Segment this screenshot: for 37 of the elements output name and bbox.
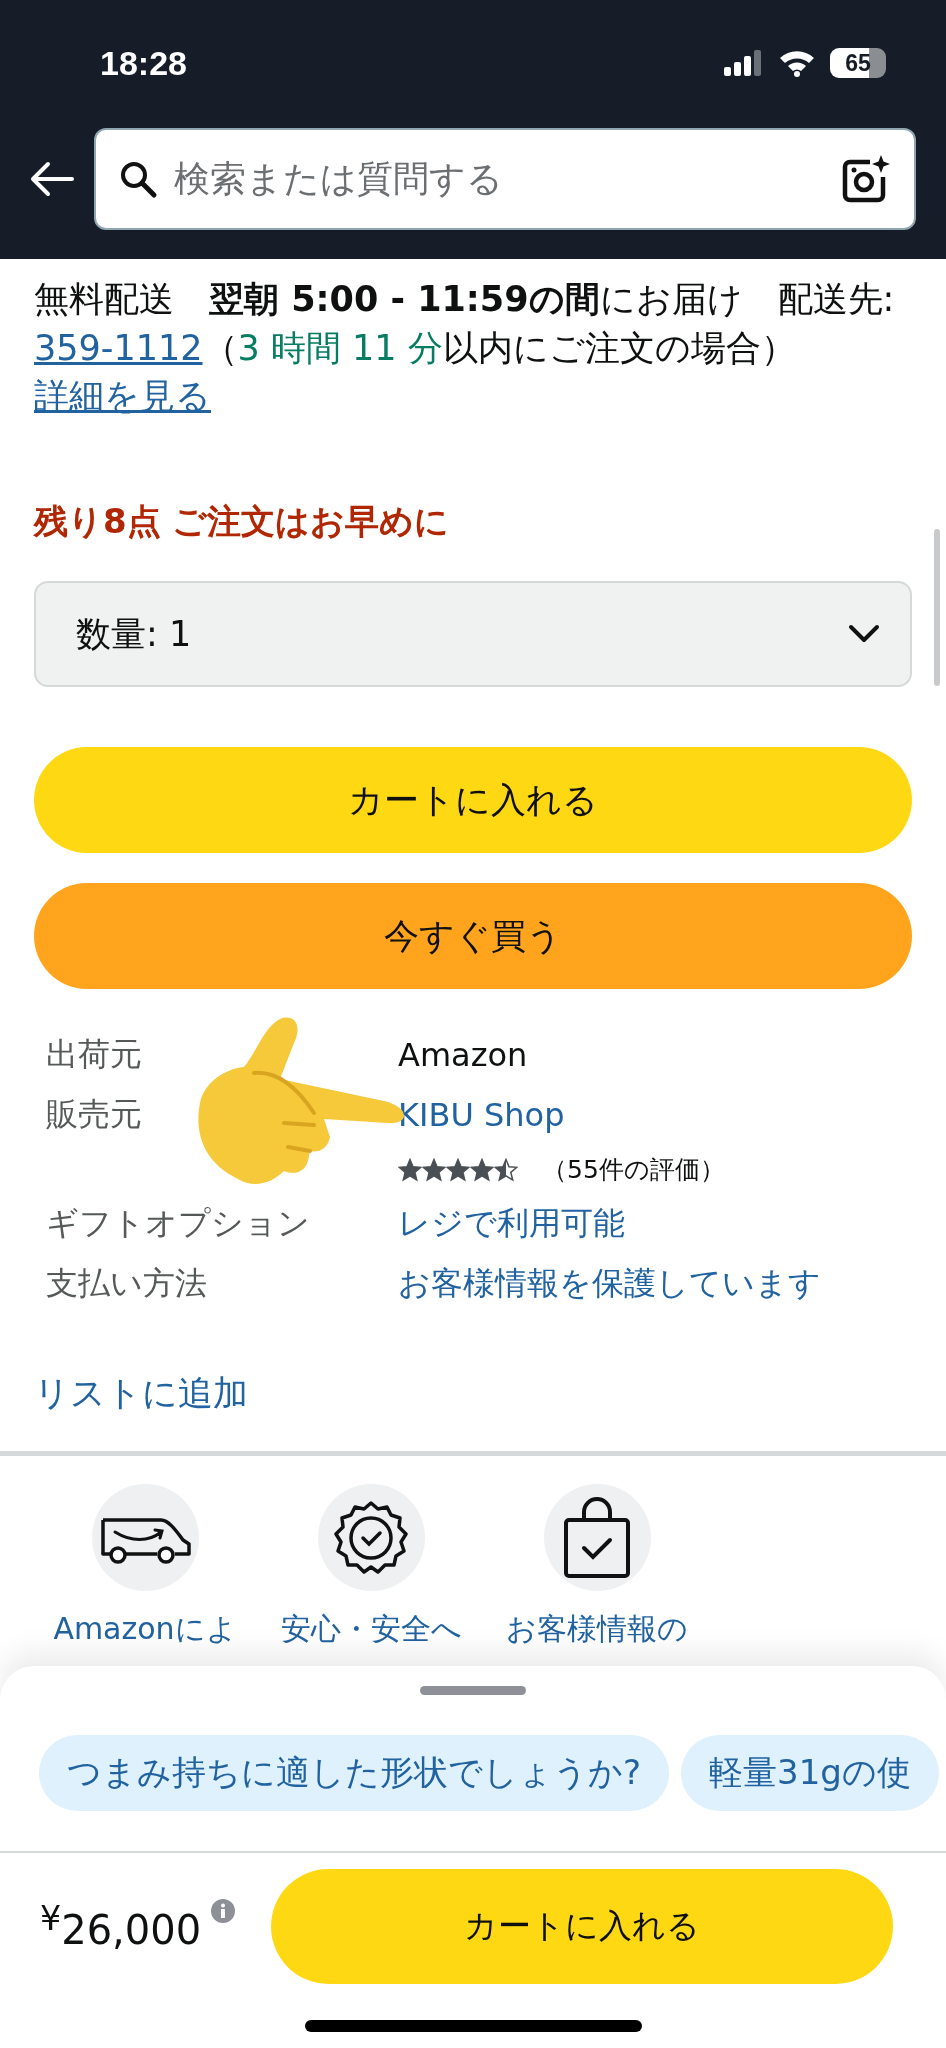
stock-warning: 残り8点 ご注文はお早めに <box>34 500 451 543</box>
feature-link[interactable]: Amazonによ <box>53 1609 237 1650</box>
chevron-down-icon <box>848 624 880 644</box>
search-icon <box>118 159 158 199</box>
battery-icon: 65 <box>830 48 886 78</box>
sheet-handle[interactable] <box>420 1686 526 1695</box>
detail-label: 出荷元 <box>46 1034 143 1075</box>
add-to-cart-button[interactable]: カートに入れる <box>271 1869 894 1984</box>
detail-value: Amazon <box>398 1036 529 1074</box>
detail-link[interactable]: レジで利用可能 <box>398 1202 912 1246</box>
back-arrow-icon[interactable] <box>30 161 74 197</box>
detail-label: 販売元 <box>46 1094 143 1135</box>
price: $^{¥}$26,000 <box>40 1899 202 1954</box>
signal-icon <box>724 50 764 76</box>
details-link[interactable]: 詳細を見る <box>34 373 211 419</box>
postal-code-link[interactable]: 359-1112 <box>34 328 203 368</box>
buy-now-button[interactable]: 今すぐ買う <box>34 883 912 989</box>
add-to-cart-button[interactable]: カートに入れる <box>34 747 912 853</box>
info-icon[interactable] <box>211 1899 236 1923</box>
detail-link[interactable]: KIBU Shop <box>398 1096 912 1134</box>
camera-icon[interactable] <box>840 153 892 205</box>
search-bar[interactable]: 検索または質問する <box>94 128 916 230</box>
detail-label: 支払い方法 <box>46 1263 208 1304</box>
wifi-icon <box>778 49 816 77</box>
search-field[interactable]: 検索または質問する <box>172 157 826 201</box>
status-time: 18:28 <box>100 43 187 83</box>
detail-link[interactable]: お客様情報を保護しています <box>398 1262 912 1306</box>
feature-link[interactable]: お客様情報の <box>506 1609 688 1650</box>
feature-link[interactable]: 安心・安全へ <box>280 1609 462 1650</box>
suggestion-chip[interactable]: 軽量31gの使 <box>681 1735 939 1811</box>
detail-label: ギフトオプション <box>46 1203 311 1244</box>
suggestion-chip[interactable]: つまみ持ちに適した形状でしょうか? <box>39 1735 670 1811</box>
add-to-list-link[interactable]: リストに追加 <box>34 1370 248 1417</box>
scrollbar[interactable] <box>934 529 940 686</box>
delivery-info: 無料配送 翌朝 5:00 - 11:59の間にお届け 配送先: 359-1112（3 時間 11 分以内にご注文の場合） <box>34 278 896 370</box>
quantity-dropdown[interactable]: 数量: 1 <box>34 581 912 687</box>
rating-count[interactable]: （55件の評価） <box>542 1153 725 1186</box>
